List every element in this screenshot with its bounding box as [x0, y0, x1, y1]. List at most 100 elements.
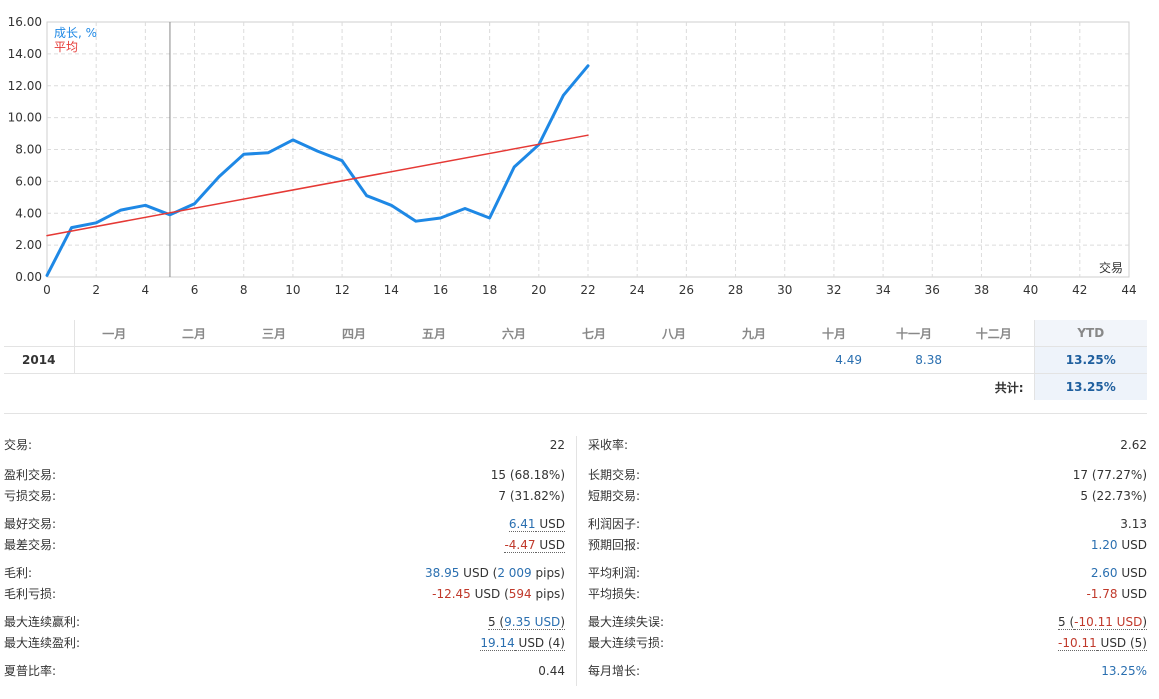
legend-entry: 成长, % [54, 26, 97, 40]
stat-value: 38.95 USD (2 009 pips) [425, 564, 565, 582]
stat-label: 最大连续赢利: [4, 615, 81, 629]
stat-row: 毛利: 38.95 USD (2 009 pips) [4, 564, 565, 582]
y-tick-label: 10.00 [8, 111, 42, 125]
stat-value[interactable]: 5 (9.35 USD) [487, 613, 565, 631]
stat-value: 13.25% [1101, 662, 1147, 680]
month-value [554, 346, 634, 374]
stat-row: 利润因子: 3.13 [588, 515, 1147, 533]
stat-value-part: USD [1117, 538, 1147, 552]
stat-value-part: USD [1117, 566, 1147, 580]
stat-value-part: USD (4) [514, 636, 565, 651]
year-label: 2014 [4, 346, 75, 374]
stat-label: 最好交易: [4, 517, 57, 531]
x-tick-label: 18 [482, 283, 497, 297]
stat-label: 毛利: [4, 566, 33, 580]
stat-row: 最大连续赢利: 5 (9.35 USD) [4, 613, 565, 631]
stat-row: 交易: 22 [4, 436, 565, 454]
stat-label: 预期回报: [588, 538, 641, 552]
stat-value: 22 [550, 436, 565, 454]
stat-value-part: 15 (68.18%) [490, 468, 565, 482]
stat-value: 7 (31.82%) [498, 487, 565, 505]
month-header: 四月 [314, 320, 394, 347]
stat-label: 采收率: [588, 438, 629, 452]
stat-value-part: -12.45 [432, 587, 471, 601]
month-header: 三月 [234, 320, 314, 347]
stat-row: 最差交易: -4.47 USD [4, 536, 565, 554]
x-tick-label: 0 [43, 283, 51, 297]
y-tick-label: 2.00 [15, 238, 42, 252]
y-tick-label: 16.00 [8, 15, 42, 29]
x-tick-label: 42 [1072, 283, 1087, 297]
stat-value-part: pips) [531, 587, 565, 601]
stat-row: 最大连续盈利: 19.14 USD (4) [4, 634, 565, 652]
stat-value[interactable]: -10.11 USD (5) [1058, 634, 1147, 652]
stat-value-part: USD (5) [1096, 636, 1147, 651]
stat-value: 5 (22.73%) [1080, 487, 1147, 505]
month-value [714, 346, 794, 374]
month-value [154, 346, 234, 374]
stat-value[interactable]: 19.14 USD (4) [480, 634, 565, 652]
total-value: 13.25% [1033, 373, 1147, 400]
stat-label: 每月增长: [588, 664, 641, 678]
x-tick-label: 30 [777, 283, 792, 297]
stat-value-part: -4.47 [504, 538, 536, 553]
stat-value-part: pips) [531, 566, 565, 580]
stat-value-part: ) [560, 615, 565, 630]
stat-value-part: 3.13 [1120, 517, 1147, 531]
stat-value-part: 2 009 [497, 566, 532, 580]
stat-label: 利润因子: [588, 517, 641, 531]
x-axis-label: 交易 [1099, 260, 1123, 275]
x-tick-label: 28 [728, 283, 743, 297]
x-tick-label: 10 [285, 283, 300, 297]
stat-value[interactable]: -4.47 USD [504, 536, 565, 554]
stat-value-part: 5 ( [1058, 615, 1075, 630]
stat-value-part: 9.35 USD [504, 615, 561, 630]
stat-label: 毛利亏损: [4, 587, 57, 601]
x-tick-label: 8 [240, 283, 248, 297]
stat-label: 最差交易: [4, 538, 57, 552]
stat-value: 3.13 [1120, 515, 1147, 533]
y-tick-label: 12.00 [8, 79, 42, 93]
stat-row: 最好交易: 6.41 USD [4, 515, 565, 533]
stat-value-part: USD [535, 538, 565, 553]
chart-grid [46, 21, 1130, 278]
stat-value-part: 2.60 [1090, 566, 1118, 580]
table-corner [4, 320, 75, 347]
stat-value-part: -1.78 [1086, 587, 1118, 601]
monthly-returns-table: 一月 二月 三月 四月 五月 六月 七月 八月 九月 十月 十一月 十二月 YTD 2014 4.49 8.… [4, 320, 1147, 400]
stat-value-part: 5 (22.73%) [1080, 489, 1147, 503]
stat-row: 采收率: 2.62 [588, 436, 1147, 454]
month-value[interactable]: 4.49 [794, 346, 874, 374]
stat-value: 17 (77.27%) [1073, 466, 1147, 484]
stat-value: -12.45 USD (594 pips) [432, 585, 565, 603]
y-tick-label: 6.00 [15, 174, 42, 188]
legend-entry: 平均 [54, 40, 78, 54]
stats-divider [576, 436, 577, 686]
y-tick-label: 14.00 [8, 47, 42, 61]
x-tick-label: 24 [630, 283, 645, 297]
stat-value[interactable]: 5 (-10.11 USD) [1058, 613, 1147, 631]
stat-value-part: 17 (77.27%) [1072, 468, 1147, 482]
stat-label: 交易: [4, 438, 33, 452]
stat-label: 最大连续亏损: [588, 636, 665, 650]
stat-row: 毛利亏损: -12.45 USD (594 pips) [4, 585, 565, 603]
month-value [394, 346, 474, 374]
stat-value-part: USD [1117, 587, 1147, 601]
stat-value-part: 6.41 [508, 517, 536, 532]
stat-row: 最大连续失误: 5 (-10.11 USD) [588, 613, 1147, 631]
x-tick-label: 40 [1023, 283, 1038, 297]
stat-label: 盈利交易: [4, 468, 57, 482]
stat-label: 最大连续失误: [588, 615, 665, 629]
stat-value-part: 5 ( [487, 615, 505, 630]
stat-row: 夏普比率: 0.44 [4, 662, 565, 680]
stat-value-part: 22 [549, 438, 565, 452]
stat-row: 平均利润: 2.60 USD [588, 564, 1147, 582]
stat-value-part: USD [535, 517, 565, 532]
ytd-value: 13.25% [1033, 346, 1147, 374]
x-tick-label: 20 [531, 283, 546, 297]
stat-row: 盈利交易: 15 (68.18%) [4, 466, 565, 484]
stat-value[interactable]: 6.41 USD [508, 515, 565, 533]
stat-row: 预期回报: 1.20 USD [588, 536, 1147, 554]
month-value[interactable]: 8.38 [874, 346, 954, 374]
stat-label: 亏损交易: [4, 489, 57, 503]
